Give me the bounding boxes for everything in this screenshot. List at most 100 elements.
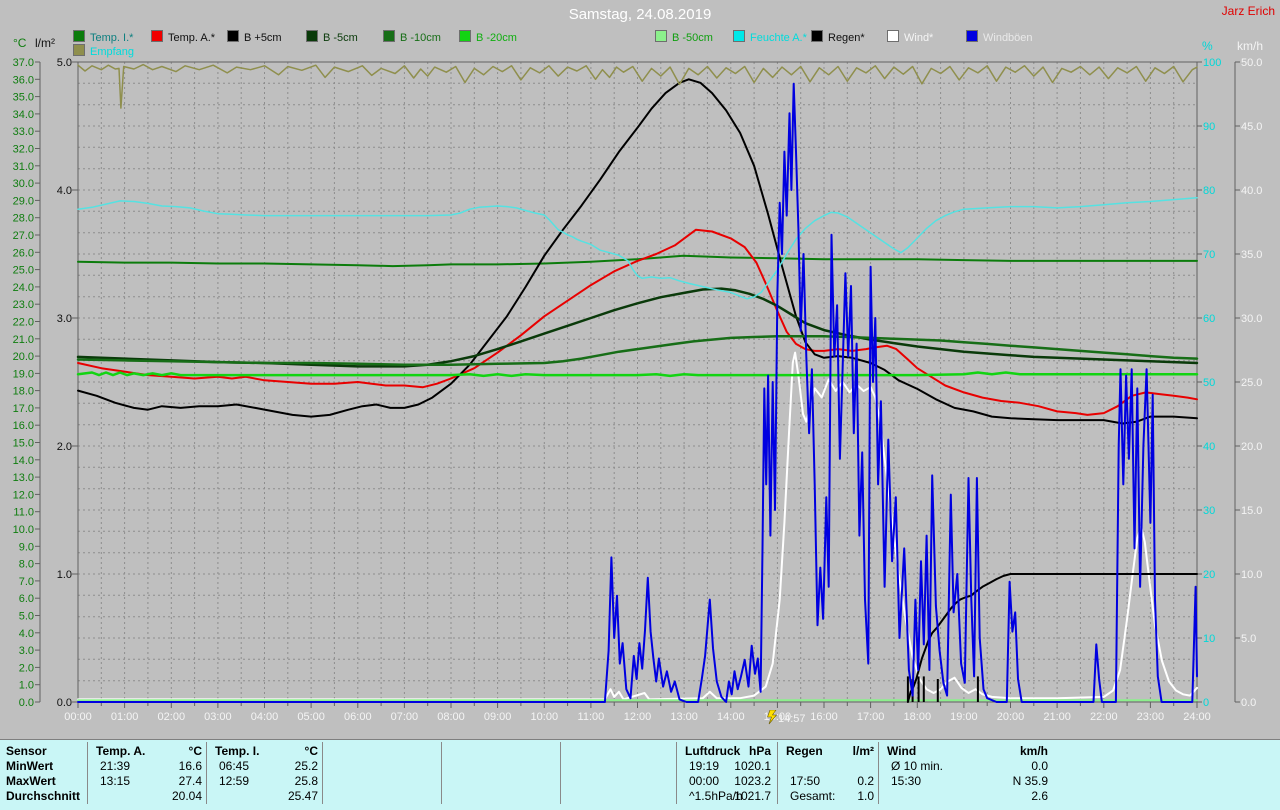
axis-tick-label: 17.0 <box>13 403 34 415</box>
legend-item-temp-a[interactable]: Temp. A.* <box>151 30 215 42</box>
axis-tick-label: 0.0 <box>1241 697 1256 709</box>
axis-unit-percent: % <box>1202 39 1213 53</box>
table-cell: 0.2 <box>782 774 874 788</box>
legend-item-b-minus10[interactable]: B -10cm <box>383 30 441 42</box>
axis-tick-label: 36.0 <box>13 74 34 86</box>
axis-tick-label: 14:00 <box>717 711 745 723</box>
axis-tick-label: 35.0 <box>13 92 34 104</box>
axis-tick-label: 70 <box>1203 249 1215 261</box>
legend-item-windboeen[interactable]: Windböen <box>966 30 1033 42</box>
axis-tick-label: 10.0 <box>13 524 34 536</box>
axis-tick-label: 9.0 <box>19 541 34 553</box>
legend-item-b-minus20[interactable]: B -20cm <box>459 30 517 42</box>
axis-tick-label: 22.0 <box>13 317 34 329</box>
axis-tick-label: 24.0 <box>13 282 34 294</box>
regen-swatch-icon <box>811 30 823 42</box>
table-cell: 20.04 <box>92 789 202 803</box>
table-cell: 27.4 <box>92 774 202 788</box>
temp-a-swatch-icon <box>151 30 163 42</box>
axis-tick-label: 8.0 <box>19 559 34 571</box>
axis-tick-label: 07:00 <box>391 711 419 723</box>
table-cell: 0.0 <box>883 759 1048 773</box>
axis-unit-kmh: km/h <box>1237 39 1263 53</box>
axis-tick-label: 35.0 <box>1241 249 1262 261</box>
axis-tick-label: 4.0 <box>57 185 72 197</box>
legend-item-empfang[interactable]: Empfang <box>73 44 134 56</box>
table-separator <box>87 742 88 804</box>
axis-tick-label: 3.0 <box>57 313 72 325</box>
axis-tick-label: 50 <box>1203 377 1215 389</box>
legend-item-b-minus50[interactable]: B -50cm <box>655 30 713 42</box>
axis-tick-label: 10.0 <box>1241 569 1262 581</box>
legend-item-wind[interactable]: Wind* <box>887 30 933 42</box>
table-cell: 1023.2 <box>681 774 771 788</box>
axis-tick-label: 40.0 <box>1241 185 1262 197</box>
axis-tick-label: 03:00 <box>204 711 232 723</box>
axis-tick-label: 24:00 <box>1183 711 1211 723</box>
table-cell: 2.6 <box>883 789 1048 803</box>
axis-unit-temp: °C <box>13 36 26 50</box>
series-b_p5 <box>78 79 1197 423</box>
legend-item-b-plus5[interactable]: B +5cm <box>227 30 282 42</box>
axis-tick-label: 0 <box>1203 697 1209 709</box>
axis-tick-label: 20.0 <box>1241 441 1262 453</box>
axis-tick-label: 32.0 <box>13 144 34 156</box>
legend-label: B -5cm <box>323 32 358 44</box>
feuchte-a-swatch-icon <box>733 30 745 42</box>
table-cell: Sensor <box>6 744 86 758</box>
axis-tick-label: 16.0 <box>13 420 34 432</box>
axis-tick-label: 80 <box>1203 185 1215 197</box>
wind-swatch-icon <box>887 30 899 42</box>
legend-label: Feuchte A.* <box>750 32 807 44</box>
axis-tick-label: 12.0 <box>13 489 34 501</box>
temp-i-swatch-icon <box>73 30 85 42</box>
axis-tick-label: 11.0 <box>13 507 34 519</box>
legend-item-b-minus5[interactable]: B -5cm <box>306 30 358 42</box>
legend-label: Windböen <box>983 32 1033 44</box>
table-cell: °C <box>211 744 318 758</box>
axis-tick-label: 1.0 <box>57 569 72 581</box>
axis-tick-label: 90 <box>1203 121 1215 133</box>
table-cell: Durchschnitt <box>6 789 86 803</box>
legend-label: Temp. A.* <box>168 32 215 44</box>
axis-tick-label: 06:00 <box>344 711 372 723</box>
axis-tick-label: 15.0 <box>13 438 34 450</box>
axis-tick-label: 21:00 <box>1043 711 1071 723</box>
axis-tick-label: 2.0 <box>19 662 34 674</box>
b-minus5-swatch-icon <box>306 30 318 42</box>
legend-label: B +5cm <box>244 32 282 44</box>
axis-tick-label: 12:00 <box>624 711 652 723</box>
axis-tick-label: 19:00 <box>950 711 978 723</box>
axis-tick-label: 13:00 <box>670 711 698 723</box>
axis-tick-label: 21.0 <box>13 334 34 346</box>
legend-label: B -10cm <box>400 32 441 44</box>
legend-item-feuchte-a[interactable]: Feuchte A.* <box>733 30 807 42</box>
axis-tick-label: 33.0 <box>13 126 34 138</box>
axis-tick-label: 20:00 <box>997 711 1025 723</box>
table-separator <box>206 742 207 804</box>
axis-tick-label: 13.0 <box>13 472 34 484</box>
axis-tick-label: 17:00 <box>857 711 885 723</box>
legend-item-temp-i[interactable]: Temp. I.* <box>73 30 133 42</box>
b-minus50-swatch-icon <box>655 30 667 42</box>
axis-tick-label: 23.0 <box>13 299 34 311</box>
table-cell: 25.8 <box>211 774 318 788</box>
table-cell: 25.2 <box>211 759 318 773</box>
table-separator <box>676 742 677 804</box>
axis-tick-label: 09:00 <box>484 711 512 723</box>
legend-label: B -20cm <box>476 32 517 44</box>
axis-tick-label: 50.0 <box>1241 57 1262 69</box>
axis-tick-label: 27.0 <box>13 230 34 242</box>
lightning-icon <box>766 710 778 725</box>
page-title: Samstag, 24.08.2019 <box>0 6 1280 23</box>
table-separator <box>441 742 442 804</box>
watermark-author: Jarz Erich <box>1222 4 1275 18</box>
table-separator <box>777 742 778 804</box>
axis-tick-label: 20 <box>1203 569 1215 581</box>
axis-tick-label: 30.0 <box>1241 313 1262 325</box>
axis-tick-label: 40 <box>1203 441 1215 453</box>
table-separator <box>322 742 323 804</box>
axis-tick-label: 00:00 <box>64 711 92 723</box>
axis-tick-label: 30.0 <box>13 178 34 190</box>
legend-item-regen[interactable]: Regen* <box>811 30 865 42</box>
